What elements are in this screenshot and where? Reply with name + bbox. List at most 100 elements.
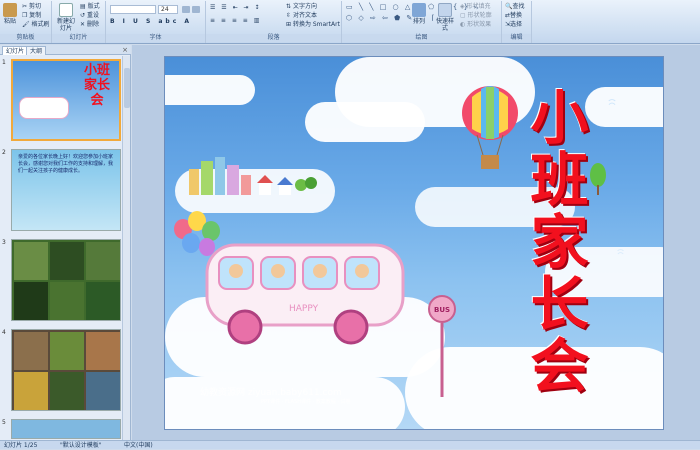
title-char: 小 [530, 84, 589, 152]
align-buttons[interactable]: ≡ ≡ ≡ ≡ ▥ [210, 17, 261, 25]
photo [50, 282, 84, 320]
city-illustration [189, 157, 317, 195]
hot-air-balloon [462, 86, 518, 169]
passenger [355, 264, 369, 278]
cloud [165, 75, 255, 105]
slide-thumbnail-4[interactable] [11, 329, 121, 411]
photo [50, 242, 84, 280]
list-buttons[interactable]: ☰ ☰ ⇤ ⇥ ↕ [210, 4, 261, 12]
reset-button[interactable]: ↺ 重设 [80, 12, 99, 20]
shape-outline-button[interactable]: ▢ 形状轮廓 [460, 12, 492, 20]
new-slide-icon [59, 3, 73, 17]
ribbon: 粘贴 ✂ 剪切 ❐ 复制 🖌 格式刷 剪贴板 新建幻灯片 ▤ 版式 ↺ 重设 ✕… [0, 0, 700, 44]
font-group: 24 B I U S abc A 字体 [106, 1, 206, 43]
quick-styles-icon [438, 3, 452, 17]
thumb-number: 1 [2, 59, 6, 66]
bus-stop-sign: BUS [428, 295, 456, 397]
font-size-field[interactable]: 24 [158, 5, 178, 14]
tree [305, 177, 317, 189]
photo [50, 372, 84, 410]
font-name-field[interactable] [110, 5, 156, 14]
thumb-bus [19, 97, 69, 119]
close-icon[interactable]: × [122, 46, 128, 54]
font-style-buttons[interactable]: B I U S abc A [110, 18, 192, 26]
basket [481, 155, 499, 169]
building [227, 165, 239, 195]
cut-button[interactable]: ✂ 剪切 [22, 3, 41, 11]
slide-canvas: HAPPY BUS ꩰ ꩰ 小 班 家 长 会 幼教资源网 ziyuan.bab… [132, 45, 700, 440]
roof [277, 177, 293, 185]
text-direction-button[interactable]: ⇅ 文字方向 [286, 3, 317, 11]
roof [257, 175, 273, 183]
passenger [229, 264, 243, 278]
passenger [271, 264, 285, 278]
smartart-button[interactable]: ⊞ 转换为 SmartArt [286, 21, 340, 29]
thumb-number: 3 [2, 239, 6, 246]
tree [295, 179, 307, 191]
font-group-label: 字体 [106, 34, 205, 42]
bus-illustration: HAPPY [205, 243, 405, 345]
house [279, 185, 291, 195]
thumb-number: 4 [2, 329, 6, 336]
paste-button[interactable]: 粘贴 [2, 3, 18, 25]
drawing-group: ▭ ╲ ╲ □ ○ △ ▷ ⬠ ☆ { } ⤷ ⬡ ◇ ⇨ ⇦ ⬟ ✎ ⌒ ⌈ … [342, 1, 502, 43]
photo [14, 372, 48, 410]
watermark-sub: PPT课件 · FLASH课件 · 教案教程 · 试卷 [261, 399, 351, 405]
watermark: 幼教资源网 ziyuan.baby611.com [200, 388, 342, 398]
photo [86, 242, 120, 280]
new-slide-button[interactable]: 新建幻灯片 [56, 3, 76, 32]
replace-button[interactable]: ⇄替换 [505, 12, 522, 20]
photo [14, 242, 48, 280]
tab-outline[interactable]: 大纲 [26, 46, 47, 55]
slide-title[interactable]: 小 班 家 长 会 [517, 87, 602, 397]
slide-thumbnail-3[interactable] [11, 239, 121, 321]
align-text-button[interactable]: ⇳ 对齐文本 [286, 12, 317, 20]
slide[interactable]: HAPPY BUS ꩰ ꩰ 小 班 家 长 会 幼教资源网 ziyuan.bab… [164, 56, 664, 430]
shrink-font-icon[interactable] [192, 6, 200, 13]
sign-text: BUS [434, 306, 450, 314]
thumb-number: 5 [2, 419, 6, 426]
grow-font-icon[interactable] [182, 6, 190, 13]
quick-styles-button[interactable]: 快速样式 [434, 3, 456, 32]
title-char: 会 [530, 332, 589, 400]
editing-group: 🔍查找 ⇄替换 ⇲选择 编辑 [502, 1, 532, 43]
slide-thumbnail-1[interactable]: 小班家长会 [11, 59, 121, 141]
layout-button[interactable]: ▤ 版式 [80, 3, 100, 11]
arrange-icon [412, 3, 426, 17]
thumb-text: 亲爱的各位家长晚上好！欢迎您参加小班家长会，感谢您对我们工作的支持和理解，我们一… [18, 154, 114, 174]
bus-text: HAPPY [289, 304, 319, 314]
delete-slide-button[interactable]: ✕ 删除 [80, 21, 99, 29]
shape-fill-button[interactable]: ◈ 形状填充 [460, 3, 491, 11]
select-button[interactable]: ⇲选择 [505, 21, 522, 29]
arrange-button[interactable]: 排列 [410, 3, 428, 25]
editing-group-label: 编辑 [502, 34, 531, 42]
photo [14, 332, 48, 370]
bus-wheel [333, 309, 369, 345]
building [241, 175, 251, 195]
tab-slides[interactable]: 幻灯片 [2, 46, 29, 55]
copy-button[interactable]: ❐ 复制 [22, 12, 41, 20]
slides-group: 新建幻灯片 ▤ 版式 ↺ 重设 ✕ 删除 幻灯片 [52, 1, 106, 43]
shape-effects-button[interactable]: ◐ 形状效果 [460, 21, 491, 29]
building [201, 161, 213, 195]
drawing-group-label: 绘图 [342, 34, 501, 42]
find-button[interactable]: 🔍查找 [505, 3, 525, 11]
photo [86, 332, 120, 370]
balloon-stripe [486, 87, 494, 139]
building [215, 157, 225, 195]
paragraph-group-label: 段落 [206, 34, 341, 42]
thumb-title: 小班家长会 [83, 63, 110, 108]
slide-thumbnail-2[interactable]: 亲爱的各位家长晚上好！欢迎您参加小班家长会，感谢您对我们工作的支持和理解，我们一… [11, 149, 121, 231]
paragraph-group: ☰ ☰ ⇤ ⇥ ↕ ≡ ≡ ≡ ≡ ▥ ⇅ 文字方向 ⇳ 对齐文本 ⊞ 转换为 … [206, 1, 342, 43]
photo [14, 282, 48, 320]
title-char: 长 [530, 270, 589, 338]
panel-scrollbar[interactable] [122, 56, 130, 440]
house [259, 183, 271, 195]
slide-thumbnail-5[interactable] [11, 419, 121, 439]
scrollbar-thumb[interactable] [124, 68, 130, 108]
slides-group-label: 幻灯片 [52, 34, 105, 42]
passenger [313, 264, 327, 278]
panel-tabs: 幻灯片 大纲 × [0, 45, 131, 55]
clipboard-group: 粘贴 ✂ 剪切 ❐ 复制 🖌 格式刷 剪贴板 [0, 1, 52, 43]
format-painter-button[interactable]: 🖌 格式刷 [22, 21, 50, 29]
